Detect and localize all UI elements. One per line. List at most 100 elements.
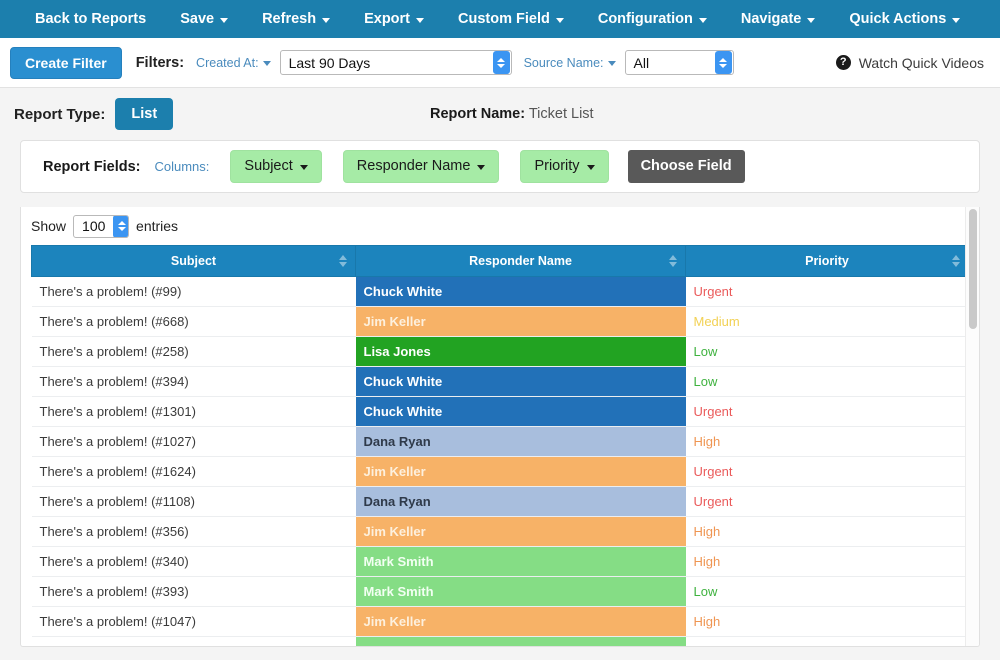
cell-responder-name: Dana Ryan (356, 487, 686, 517)
nav-item-refresh[interactable]: Refresh (245, 0, 347, 38)
chevron-down-icon (322, 18, 330, 23)
cell-subject: There's a problem! (#1027) (32, 427, 356, 457)
cell-priority: Urgent (686, 397, 969, 427)
field-chip-responder-name[interactable]: Responder Name (343, 150, 500, 183)
report-name: Report Name: Ticket List (430, 106, 594, 122)
column-header-responder-name[interactable]: Responder Name (356, 246, 686, 277)
report-type-label: Report Type: (14, 106, 105, 123)
create-filter-button[interactable]: Create Filter (10, 47, 122, 79)
column-header-label: Subject (171, 254, 216, 268)
report-table-card: Show 100 entries Subject Responder Name Pr… (20, 207, 980, 647)
cell-responder-name: Jim Keller (356, 607, 686, 637)
source-name-dropdown[interactable]: Source Name: (524, 56, 616, 70)
sort-toggle-icon[interactable] (669, 255, 677, 267)
field-chip-priority[interactable]: Priority (520, 150, 608, 183)
choose-field-button[interactable]: Choose Field (628, 150, 745, 183)
table-row[interactable]: There's a problem! (#1027)Dana RyanHigh (32, 427, 969, 457)
table-row[interactable]: There's a problem! (#668)Jim KellerMediu… (32, 307, 969, 337)
vertical-scrollbar[interactable] (965, 207, 979, 646)
table-row[interactable]: There's a problem! (#1301)Chuck WhiteUrg… (32, 397, 969, 427)
cell-subject: There's a problem! (#258) (32, 337, 356, 367)
created-at-select[interactable]: Last 90 Days (280, 50, 512, 75)
cell-subject: There's a problem! (#1108) (32, 487, 356, 517)
nav-item-back-to-reports[interactable]: Back to Reports (18, 0, 163, 38)
cell-priority: Low (686, 337, 969, 367)
nav-item-custom-field[interactable]: Custom Field (441, 0, 581, 38)
nav-item-label: Quick Actions (849, 0, 946, 38)
nav-item-label: Configuration (598, 0, 693, 38)
column-header-label: Priority (805, 254, 849, 268)
table-row[interactable]: There's a problem! (#1108)Dana RyanUrgen… (32, 487, 969, 517)
nav-item-save[interactable]: Save (163, 0, 245, 38)
sort-toggle-icon[interactable] (952, 255, 960, 267)
cell-subject: There's a problem! (#393) (32, 577, 356, 607)
column-header-subject[interactable]: Subject (32, 246, 356, 277)
cell-subject: There's a problem! (#394) (32, 367, 356, 397)
nav-item-configuration[interactable]: Configuration (581, 0, 724, 38)
field-chip-subject[interactable]: Subject (230, 150, 321, 183)
table-row[interactable]: There's a problem! (#412)Mark SmithUrgen… (32, 637, 969, 648)
report-type-row: Report Type: List Report Name: Ticket Li… (0, 88, 1000, 140)
cell-subject: There's a problem! (#99) (32, 277, 356, 307)
entries-value: 100 (82, 218, 107, 234)
cell-priority: Urgent (686, 637, 969, 648)
table-header-row: Subject Responder Name Priority (32, 246, 969, 277)
filter-toolbar: Create Filter Filters: Created At: Last … (0, 38, 1000, 88)
cell-priority: High (686, 547, 969, 577)
table-row[interactable]: There's a problem! (#394)Chuck WhiteLow (32, 367, 969, 397)
show-entries-control: Show 100 entries (21, 207, 979, 245)
cell-priority: Low (686, 367, 969, 397)
entries-per-page-select[interactable]: 100 (73, 215, 129, 238)
report-type-list-button[interactable]: List (115, 98, 173, 131)
chevron-down-icon (952, 18, 960, 23)
nav-item-export[interactable]: Export (347, 0, 441, 38)
watch-quick-videos-link[interactable]: ? Watch Quick Videos (836, 55, 984, 71)
cell-responder-name: Jim Keller (356, 307, 686, 337)
scrollbar-thumb[interactable] (969, 209, 977, 329)
source-name-select[interactable]: All (625, 50, 734, 75)
cell-responder-name: Jim Keller (356, 517, 686, 547)
columns-label: Columns: (154, 159, 209, 174)
table-row[interactable]: There's a problem! (#1624)Jim KellerUrge… (32, 457, 969, 487)
column-header-priority[interactable]: Priority (686, 246, 969, 277)
filters-label: Filters: (136, 55, 184, 71)
table-row[interactable]: There's a problem! (#393)Mark SmithLow (32, 577, 969, 607)
cell-priority: High (686, 517, 969, 547)
select-stepper-icon (113, 215, 129, 238)
cell-subject: There's a problem! (#412) (32, 637, 356, 648)
created-at-value: Last 90 Days (289, 55, 487, 71)
cell-subject: There's a problem! (#1301) (32, 397, 356, 427)
cell-priority: Urgent (686, 277, 969, 307)
report-fields-panel: Report Fields: Columns: Subject Responde… (20, 140, 980, 193)
cell-subject: There's a problem! (#1047) (32, 607, 356, 637)
help-question-icon: ? (836, 55, 851, 70)
created-at-label: Created At: (196, 56, 259, 70)
source-name-value: All (634, 55, 709, 71)
column-header-label: Responder Name (469, 254, 572, 268)
cell-priority: Medium (686, 307, 969, 337)
nav-item-label: Export (364, 0, 410, 38)
chevron-down-icon (416, 18, 424, 23)
select-stepper-icon (715, 51, 732, 74)
source-name-label: Source Name: (524, 56, 604, 70)
table-row[interactable]: There's a problem! (#356)Jim KellerHigh (32, 517, 969, 547)
cell-responder-name: Mark Smith (356, 637, 686, 648)
nav-item-label: Refresh (262, 0, 316, 38)
table-row[interactable]: There's a problem! (#99)Chuck WhiteUrgen… (32, 277, 969, 307)
nav-item-quick-actions[interactable]: Quick Actions (832, 0, 977, 38)
table-row[interactable]: There's a problem! (#1047)Jim KellerHigh (32, 607, 969, 637)
cell-responder-name: Chuck White (356, 277, 686, 307)
nav-item-label: Save (180, 0, 214, 38)
cell-subject: There's a problem! (#340) (32, 547, 356, 577)
table-row[interactable]: There's a problem! (#258)Lisa JonesLow (32, 337, 969, 367)
sort-toggle-icon[interactable] (339, 255, 347, 267)
nav-item-navigate[interactable]: Navigate (724, 0, 832, 38)
nav-item-label: Back to Reports (35, 0, 146, 38)
chevron-down-icon (220, 18, 228, 23)
chevron-down-icon (263, 61, 271, 66)
table-row[interactable]: There's a problem! (#340)Mark SmithHigh (32, 547, 969, 577)
cell-responder-name: Jim Keller (356, 457, 686, 487)
report-fields-label: Report Fields: (43, 159, 140, 175)
entries-label: entries (136, 218, 178, 234)
created-at-dropdown[interactable]: Created At: (196, 56, 271, 70)
